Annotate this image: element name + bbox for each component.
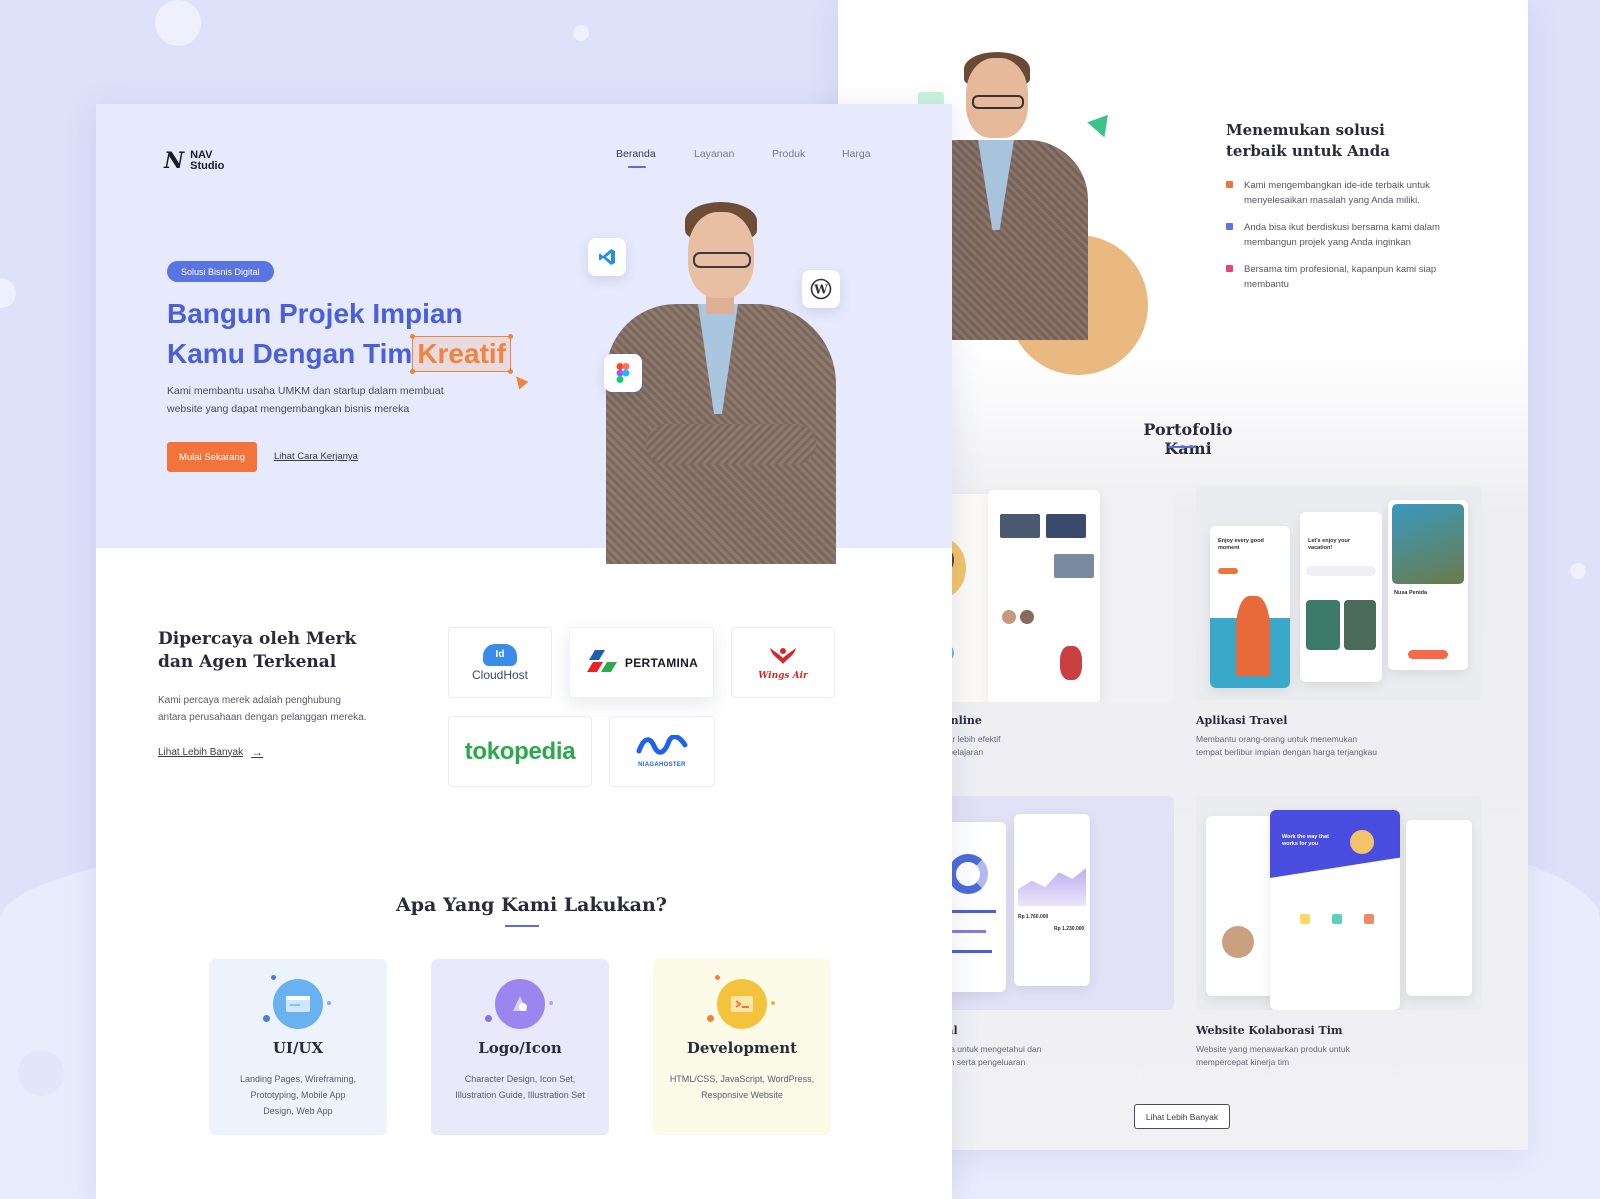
decorative-triangle xyxy=(1087,114,1115,142)
portfolio-card-travel[interactable]: Enjoy every good moment Let's enjoy your… xyxy=(1196,486,1482,700)
services-title: Apa Yang Kami Lakukan? xyxy=(396,894,667,916)
logo-mark: N xyxy=(164,148,185,174)
wordpress-icon: W xyxy=(802,270,840,308)
main-nav: Beranda Layanan Produk Harga xyxy=(616,148,882,168)
hero-section: N NAV Studio Beranda Layanan Produk Harg… xyxy=(96,104,952,564)
service-description: Landing Pages, Wireframing, Prototyping,… xyxy=(239,1074,357,1116)
mock-text: Enjoy every good moment xyxy=(1218,538,1264,551)
mock-text: Nusa Penida xyxy=(1394,590,1428,596)
hero-title: Bangun Projek Impian Kamu Dengan Tim Krea… xyxy=(167,294,529,390)
mock-text: Let's enjoy your vacation! xyxy=(1308,538,1350,551)
figma-icon xyxy=(604,354,642,392)
portfolio-card-desc: guna untuk mengetahui dan ukan serta pen… xyxy=(936,1044,1042,1067)
service-description: HTML/CSS, JavaScript, WordPress, Respons… xyxy=(669,1074,815,1100)
trusted-title: Dipercaya oleh Merk dan Agen Terkenal xyxy=(158,629,357,672)
background-circle xyxy=(155,0,201,46)
portfolio-title: Portofolio Kami xyxy=(1143,420,1233,458)
logo-text: NAV Studio xyxy=(190,149,225,172)
service-card-logo-icon[interactable]: Logo/Icon Character Design, Icon Set, Il… xyxy=(431,959,609,1135)
service-card-development[interactable]: Development HTML/CSS, JavaScript, WordPr… xyxy=(653,959,831,1135)
portfolio-card-desc: Membantu orang-orang untuk menemukan tem… xyxy=(1196,734,1377,757)
mock-text: Work the way that works for you xyxy=(1282,834,1329,847)
solutions-list: Kami mengembangkan ide-ide terbaik untuk… xyxy=(1226,178,1476,304)
see-more-brands-link[interactable]: Lihat Lebih Banyak → xyxy=(158,745,263,759)
start-now-button[interactable]: Mulai Sekarang xyxy=(167,442,257,472)
left-page-panel: N NAV Studio Beranda Layanan Produk Harg… xyxy=(96,104,952,1199)
nav-item-layanan[interactable]: Layanan xyxy=(694,148,772,160)
cursor-icon xyxy=(511,372,529,390)
brand-logo-niagahoster: NIAGAHOSTER xyxy=(609,716,715,787)
trusted-description: Kami percaya merek adalah penghubung ant… xyxy=(158,695,367,723)
portfolio-card-collab[interactable]: Work the way that works for you xyxy=(1196,796,1482,1010)
arrow-right-icon: → xyxy=(251,745,264,759)
service-description: Character Design, Icon Set, Illustration… xyxy=(455,1074,585,1100)
portfolio-card-desc: ajar lebih efektif mbelajaran xyxy=(941,734,1001,757)
solutions-title: Menemukan solusi terbaik untuk Anda xyxy=(1226,121,1390,160)
portfolio-more-button[interactable]: Lihat Lebih Banyak xyxy=(1134,1104,1230,1129)
service-name: Development xyxy=(686,1039,798,1057)
solutions-point: Anda bisa ikut berdiskusi bersama kami d… xyxy=(1226,220,1476,250)
development-icon xyxy=(707,975,775,1029)
bullet-square xyxy=(1226,265,1233,272)
service-card-uiux[interactable]: UI/UX Landing Pages, Wireframing, Protot… xyxy=(209,959,387,1135)
brand-logo-pertamina: PERTAMINA xyxy=(569,627,714,698)
logo-icon-icon xyxy=(485,979,553,1029)
service-name: UI/UX xyxy=(272,1039,324,1057)
title-underline xyxy=(1168,446,1196,448)
service-name: Logo/Icon xyxy=(478,1039,562,1057)
portfolio-card-title: Aplikasi Travel xyxy=(1196,714,1288,727)
svg-text:W: W xyxy=(813,283,828,297)
highlighted-word: Kreatif xyxy=(410,334,529,390)
brand-logo-cloudhost: Id CloudHost xyxy=(448,627,552,698)
how-it-works-link[interactable]: Lihat Cara Kerjanya xyxy=(274,451,358,462)
hero-description: Kami membantu usaha UMKM dan startup dal… xyxy=(167,385,444,415)
portfolio-card-title: Website Kolaborasi Tim xyxy=(1196,1024,1343,1037)
mock-text: Rp 1.230.000 xyxy=(1054,926,1085,932)
hero-person-photo xyxy=(606,194,846,564)
title-underline xyxy=(505,925,539,927)
hero-badge: Solusi Bisnis Digital xyxy=(167,261,274,282)
nav-item-harga[interactable]: Harga xyxy=(842,148,882,160)
nav-item-produk[interactable]: Produk xyxy=(772,148,842,160)
bullet-square xyxy=(1226,223,1233,230)
background-circle xyxy=(18,1050,64,1096)
nav-item-beranda[interactable]: Beranda xyxy=(616,148,694,168)
brand-logo-tokopedia: tokopedia xyxy=(448,716,592,787)
brand-logo-wings-air: Wings Air xyxy=(731,627,835,698)
brand-logo[interactable]: N NAV Studio xyxy=(164,148,224,174)
solutions-point: Kami mengembangkan ide-ide terbaik untuk… xyxy=(1226,178,1476,208)
vscode-icon xyxy=(588,238,626,276)
background-circle xyxy=(1570,563,1586,579)
background-circle xyxy=(573,25,589,41)
solutions-point: Bersama tim profesional, kapanpun kami s… xyxy=(1226,262,1476,292)
uiux-icon xyxy=(263,975,331,1029)
portfolio-card-desc: Website yang menawarkan produk untuk mem… xyxy=(1196,1044,1350,1067)
background-circle xyxy=(0,278,16,308)
mock-text: Rp 1.760.000 xyxy=(1018,914,1049,920)
bullet-square xyxy=(1226,181,1233,188)
